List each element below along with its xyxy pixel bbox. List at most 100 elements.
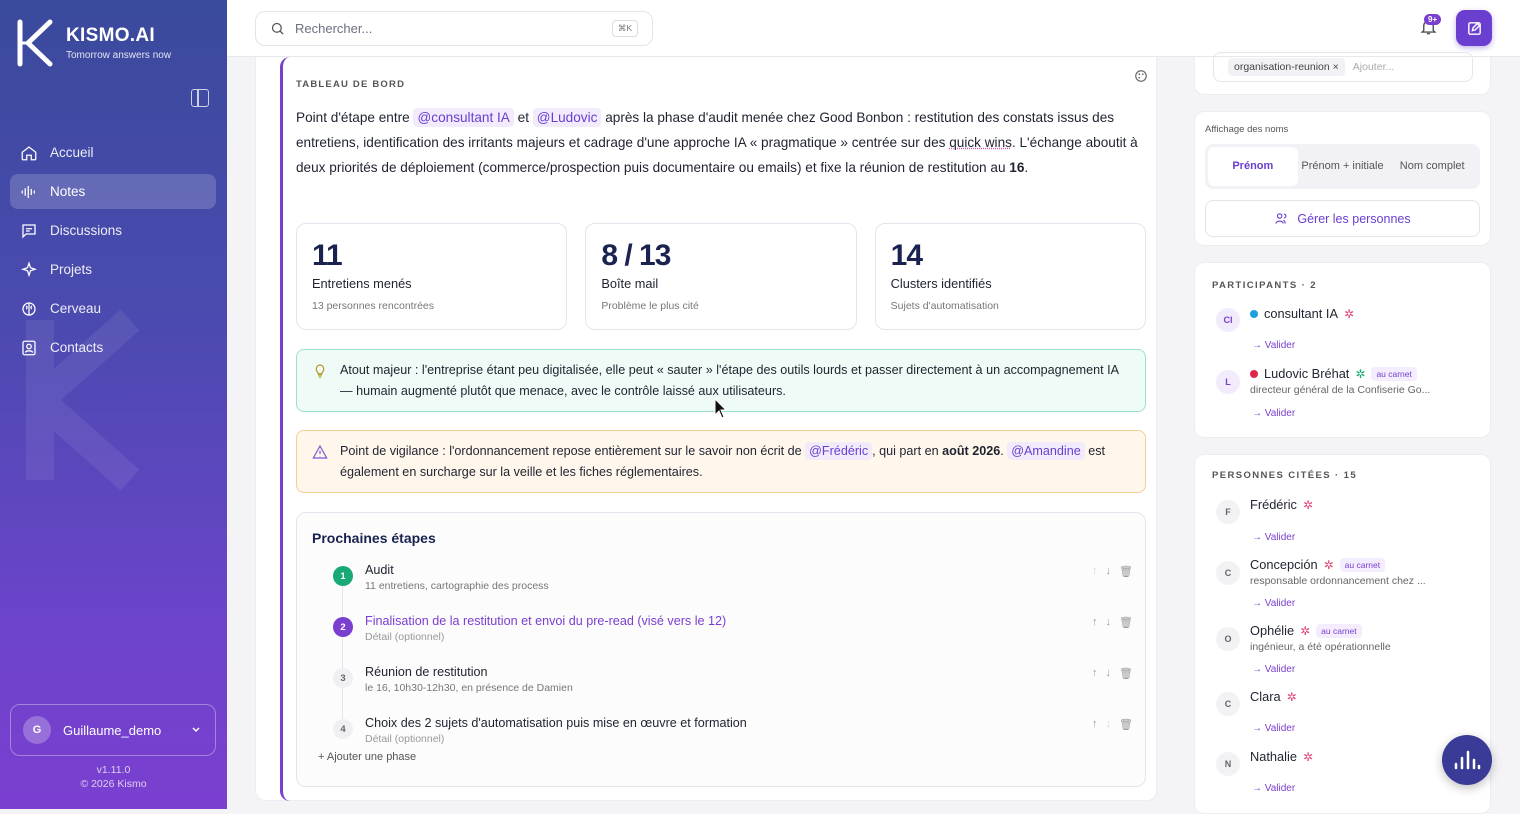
ai-sparkle-icon: ✲ xyxy=(1303,498,1313,512)
sidebar-item-contacts[interactable]: Contacts xyxy=(10,330,216,365)
stats-row: 11 Entretiens menés 13 personnes rencont… xyxy=(296,223,1146,330)
mouse-cursor-icon xyxy=(714,398,728,420)
ai-sparkle-icon: ✲ xyxy=(1300,624,1310,638)
cited-name: Clara xyxy=(1250,689,1281,704)
in-contacts-badge: au carnet xyxy=(1316,624,1361,638)
cited-name-row: Nathalie ✲ xyxy=(1250,749,1313,764)
option-prenom-initiale[interactable]: Prénom + initiale xyxy=(1298,147,1388,186)
speaker-color-dot xyxy=(1250,310,1258,318)
move-up-icon[interactable]: ↑ xyxy=(1092,718,1098,731)
step-controls: ↑ ↓ 🗑 xyxy=(1092,565,1133,578)
names-display-toggle: Prénom Prénom + initiale Nom complet xyxy=(1205,144,1480,189)
warning-icon xyxy=(312,444,328,460)
validate-link[interactable]: → Valider xyxy=(1252,598,1295,609)
mention-ludovic[interactable]: @Ludovic xyxy=(533,108,602,127)
manage-people-label: Gérer les personnes xyxy=(1297,212,1410,226)
participant-name-row: consultant IA ✲ xyxy=(1250,306,1354,321)
move-down-icon[interactable]: ↓ xyxy=(1106,667,1112,680)
trash-icon[interactable]: 🗑 xyxy=(1119,565,1133,578)
warning-date: août 2026 xyxy=(942,444,1000,458)
sidebar-item-label: Projets xyxy=(50,262,92,277)
collapse-sidebar-icon[interactable] xyxy=(191,89,209,107)
mention-consultant[interactable]: @consultant IA xyxy=(413,108,513,127)
validate-link[interactable]: → Valider xyxy=(1252,340,1295,351)
summary-part: Point d'étape entre xyxy=(296,110,413,125)
avatar: L xyxy=(1216,370,1240,394)
new-note-button[interactable] xyxy=(1456,10,1492,46)
brain-icon xyxy=(20,300,38,318)
edit-icon xyxy=(1466,20,1483,37)
move-up-icon[interactable]: ↑ xyxy=(1092,565,1098,578)
cited-role: ingénieur, a été opérationnelle xyxy=(1250,641,1391,653)
stat-label: Entretiens menés xyxy=(312,276,551,291)
trash-icon[interactable]: 🗑 xyxy=(1119,718,1133,731)
stat-card: 8 / 13 Boîte mail Problème le plus cité xyxy=(585,223,856,330)
search-input[interactable]: Rechercher... ⌘K xyxy=(255,11,653,46)
validate-link[interactable]: → Valider xyxy=(1252,408,1295,419)
move-down-icon[interactable]: ↓ xyxy=(1106,718,1112,731)
app-logo[interactable]: KISMO.AI Tomorrow answers now xyxy=(14,18,171,68)
in-contacts-badge: au carnet xyxy=(1371,367,1416,381)
next-steps-title: Prochaines étapes xyxy=(312,530,436,546)
contacts-icon xyxy=(20,339,38,357)
step-item[interactable]: 3 Réunion de restitution le 16, 10h30-12… xyxy=(333,665,1133,705)
cited-people-title: PERSONNES CITÉES · 15 xyxy=(1212,470,1357,481)
option-prenom[interactable]: Prénom xyxy=(1208,147,1298,186)
user-menu[interactable]: G Guillaume_demo xyxy=(10,704,216,756)
add-phase-button[interactable]: + Ajouter une phase xyxy=(318,751,416,763)
brand-tagline: Tomorrow answers now xyxy=(66,50,171,61)
user-name: Guillaume_demo xyxy=(63,723,179,738)
move-down-icon[interactable]: ↓ xyxy=(1106,565,1112,578)
copyright: © 2026 Kismo xyxy=(0,778,227,790)
close-icon[interactable]: × xyxy=(1333,61,1339,73)
sidebar-item-projets[interactable]: Projets xyxy=(10,252,216,287)
sparkles-icon xyxy=(20,261,38,279)
assistant-button[interactable] xyxy=(1442,735,1492,785)
move-down-icon[interactable]: ↓ xyxy=(1106,616,1112,629)
move-up-icon[interactable]: ↑ xyxy=(1092,616,1098,629)
tags-input[interactable]: organisation-reunion × Ajouter... xyxy=(1213,52,1473,82)
home-icon xyxy=(20,144,38,162)
in-contacts-badge: au carnet xyxy=(1340,558,1385,572)
audio-bars-icon xyxy=(1452,748,1482,772)
sidebar: KISMO.AI Tomorrow answers now Accueil No… xyxy=(0,0,227,809)
step-desc: Détail (optionnel) xyxy=(365,733,444,745)
names-display-card: Affichage des noms Prénom Prénom + initi… xyxy=(1194,111,1491,246)
sidebar-item-discussions[interactable]: Discussions xyxy=(10,213,216,248)
validate-link[interactable]: → Valider xyxy=(1252,532,1295,543)
validate-link[interactable]: → Valider xyxy=(1252,664,1295,675)
sidebar-item-label: Discussions xyxy=(50,223,122,238)
sidebar-item-accueil[interactable]: Accueil xyxy=(10,135,216,170)
mention-amandine[interactable]: @Amandine xyxy=(1007,442,1085,460)
sidebar-item-notes[interactable]: Notes xyxy=(10,174,216,209)
step-item[interactable]: 1 Audit 11 entretiens, cartographie des … xyxy=(333,563,1133,603)
participants-title: PARTICIPANTS · 2 xyxy=(1212,280,1317,291)
tag-chip[interactable]: organisation-reunion × xyxy=(1228,58,1345,76)
step-item[interactable]: 2 Finalisation de la restitution et envo… xyxy=(333,614,1133,654)
summary-part: et xyxy=(514,110,533,125)
kismo-logo-icon xyxy=(14,18,58,68)
sidebar-item-label: Contacts xyxy=(50,340,103,355)
validate-link[interactable]: → Valider xyxy=(1252,723,1295,734)
step-item[interactable]: 4 Choix des 2 sujets d'automatisation pu… xyxy=(333,716,1133,756)
palette-icon[interactable] xyxy=(1134,69,1148,83)
ai-sparkle-icon: ✲ xyxy=(1324,558,1334,572)
manage-people-button[interactable]: Gérer les personnes xyxy=(1205,200,1480,237)
tags-card: organisation-reunion × Ajouter... xyxy=(1194,57,1491,95)
trash-icon[interactable]: 🗑 xyxy=(1119,616,1133,629)
mention-frederic[interactable]: @Frédéric xyxy=(805,442,872,460)
avatar: O xyxy=(1216,627,1240,651)
step-number: 2 xyxy=(333,617,353,637)
cited-name: Nathalie xyxy=(1250,749,1297,764)
validate-link[interactable]: → Valider xyxy=(1252,783,1295,794)
move-up-icon[interactable]: ↑ xyxy=(1092,667,1098,680)
trash-icon[interactable]: 🗑 xyxy=(1119,667,1133,680)
section-label: TABLEAU DE BORD xyxy=(296,79,405,90)
tag-label: organisation-reunion xyxy=(1234,61,1330,73)
cited-name: Concepción xyxy=(1250,557,1318,572)
option-nom-complet[interactable]: Nom complet xyxy=(1387,147,1477,186)
step-title: Audit xyxy=(365,563,394,577)
step-desc: le 16, 10h30-12h30, en présence de Damie… xyxy=(365,682,573,694)
sidebar-item-cerveau[interactable]: Cerveau xyxy=(10,291,216,326)
chevron-down-icon xyxy=(191,725,201,735)
